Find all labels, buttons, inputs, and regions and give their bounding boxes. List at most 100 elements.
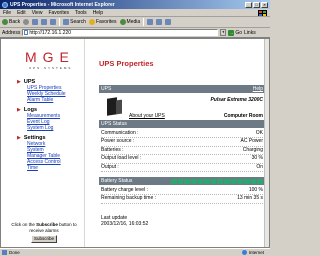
subscribe-button[interactable]: Subscribe — [31, 235, 57, 243]
mail-button[interactable] — [156, 19, 163, 25]
status-label: Output load level : — [101, 155, 142, 162]
battery-segment — [217, 178, 224, 184]
about-ups-link[interactable]: About your UPS — [129, 113, 165, 119]
links-button[interactable]: Links — [244, 30, 256, 36]
back-button[interactable]: Back — [2, 19, 20, 25]
help-link[interactable]: Help — [253, 86, 263, 92]
status-value: AC Power — [240, 138, 263, 145]
ups-model-name: Pulsar Extreme 3200C — [210, 97, 263, 103]
menu-file[interactable]: File — [3, 10, 11, 16]
favorites-button[interactable]: Favorites — [88, 19, 117, 25]
nav-link-system-log[interactable]: System Log — [27, 125, 60, 131]
maximize-button[interactable]: □ — [253, 1, 260, 8]
status-value: Charging — [242, 146, 263, 153]
media-icon — [119, 19, 126, 25]
nav-group-settings: ▶ Settings Network System Manager Table … — [17, 135, 61, 171]
battery-value: 100 % — [248, 187, 263, 193]
battery-status-table: Battery charge level : 100 % Remaining b… — [101, 187, 263, 204]
arrow-right-icon: ▶ — [17, 135, 21, 141]
vertical-scrollbar[interactable] — [264, 39, 269, 247]
ie-icon — [2, 1, 8, 8]
window-controls: _ □ × — [245, 1, 268, 8]
globe-icon — [241, 250, 247, 255]
stop-icon — [32, 19, 39, 25]
back-label: Back — [9, 19, 21, 25]
menu-favorites[interactable]: Favorites — [48, 10, 69, 16]
go-label: Go — [235, 29, 243, 36]
subscribe-text-pre: Click on the — [11, 222, 37, 227]
back-arrow-icon — [2, 19, 8, 25]
home-button[interactable] — [50, 19, 57, 25]
refresh-button[interactable] — [41, 19, 48, 25]
subscribe-instructions: Click on the Subscribe button to receive… — [11, 222, 77, 233]
menu-view[interactable]: View — [32, 10, 43, 16]
refresh-icon — [41, 19, 48, 25]
battery-segment — [184, 178, 190, 184]
search-button[interactable]: Search — [63, 19, 86, 25]
search-label: Search — [70, 19, 86, 25]
menu-help[interactable]: Help — [93, 10, 103, 16]
address-bar: Address http://172.16.1.220 ▼ → Go Links — [0, 28, 270, 38]
subscribe-text-bold: Subscribe — [36, 222, 58, 227]
page-content: MGE UPS SYSTEMS ▶ UPS UPS Properties Wee… — [0, 38, 270, 248]
status-row: Communication : OK — [101, 130, 263, 139]
go-button[interactable]: → Go — [228, 29, 243, 36]
address-input[interactable]: http://172.16.1.220 — [22, 29, 219, 36]
battery-segment — [204, 178, 210, 184]
menu-edit[interactable]: Edit — [17, 10, 26, 16]
ups-status-header: UPS Status — [99, 120, 265, 128]
stop-button[interactable] — [32, 19, 39, 25]
battery-segment — [257, 178, 263, 184]
battery-segment — [250, 178, 257, 184]
star-icon — [88, 19, 95, 25]
page-done-icon — [2, 250, 7, 255]
battery-row: Battery charge level : 100 % — [101, 187, 263, 196]
media-button[interactable]: Media — [119, 19, 140, 25]
main-panel: UPS Properties UPS Help Pulsar Extreme 3… — [89, 39, 269, 247]
nav-group-logs: ▶ Logs Measurements Event Log System Log — [17, 107, 60, 131]
windows-flag-icon — [258, 9, 267, 16]
ups-section-title: UPS — [101, 86, 112, 92]
ups-location: Computer Room — [223, 113, 263, 119]
nav-link-alarm-table[interactable]: Alarm Table — [27, 97, 66, 103]
nav-link-time[interactable]: Time — [27, 165, 61, 171]
mail-icon — [156, 19, 163, 25]
address-dropdown[interactable]: ▼ — [220, 29, 227, 36]
minimize-button[interactable]: _ — [245, 1, 252, 8]
last-update-value: 2003/12/16, 16:03:52 — [101, 221, 149, 227]
ups-status-table: Communication : OK Power source : AC Pow… — [101, 130, 263, 172]
menu-tools[interactable]: Tools — [75, 10, 87, 16]
history-button[interactable] — [147, 19, 154, 25]
print-button[interactable] — [165, 19, 172, 25]
menu-bar: File Edit View Favorites Tools Help — [0, 9, 270, 17]
status-value: 30 % — [251, 155, 263, 162]
battery-segment — [190, 178, 197, 184]
forward-button[interactable] — [23, 19, 30, 25]
battery-segment — [237, 178, 244, 184]
toolbar-separator — [59, 18, 61, 26]
status-row: Output : On — [101, 164, 263, 172]
status-label: Output : — [101, 163, 119, 170]
battery-row: Remaining backup time : 13 min 35 s — [101, 195, 263, 204]
toolbar-separator — [143, 18, 145, 26]
status-value: OK — [255, 130, 263, 136]
nav-group-ups: ▶ UPS UPS Properties Weekly Schedule Ala… — [17, 79, 66, 103]
page-icon — [24, 30, 29, 35]
window-title: UPS Properties - Microsoft Internet Expl… — [10, 1, 115, 8]
close-button[interactable]: × — [261, 1, 268, 8]
ups-device-image — [107, 96, 123, 116]
status-label: Power source : — [101, 138, 135, 145]
status-label: Communication : — [101, 130, 139, 136]
battery-label: Remaining backup time : — [101, 195, 157, 202]
battery-label: Battery charge level : — [101, 187, 148, 193]
address-url: http://172.16.1.220 — [29, 29, 72, 36]
mge-logo: MGE — [25, 49, 75, 65]
forward-arrow-icon — [23, 19, 30, 25]
battery-segment — [210, 178, 217, 184]
arrow-right-icon: ▶ — [17, 79, 21, 85]
logo-tagline: UPS SYSTEMS — [29, 66, 73, 70]
battery-charge-bar — [171, 178, 263, 184]
arrow-right-icon: ▶ — [17, 107, 21, 113]
page-title: UPS Properties — [99, 59, 154, 68]
status-text: Done — [9, 250, 20, 255]
